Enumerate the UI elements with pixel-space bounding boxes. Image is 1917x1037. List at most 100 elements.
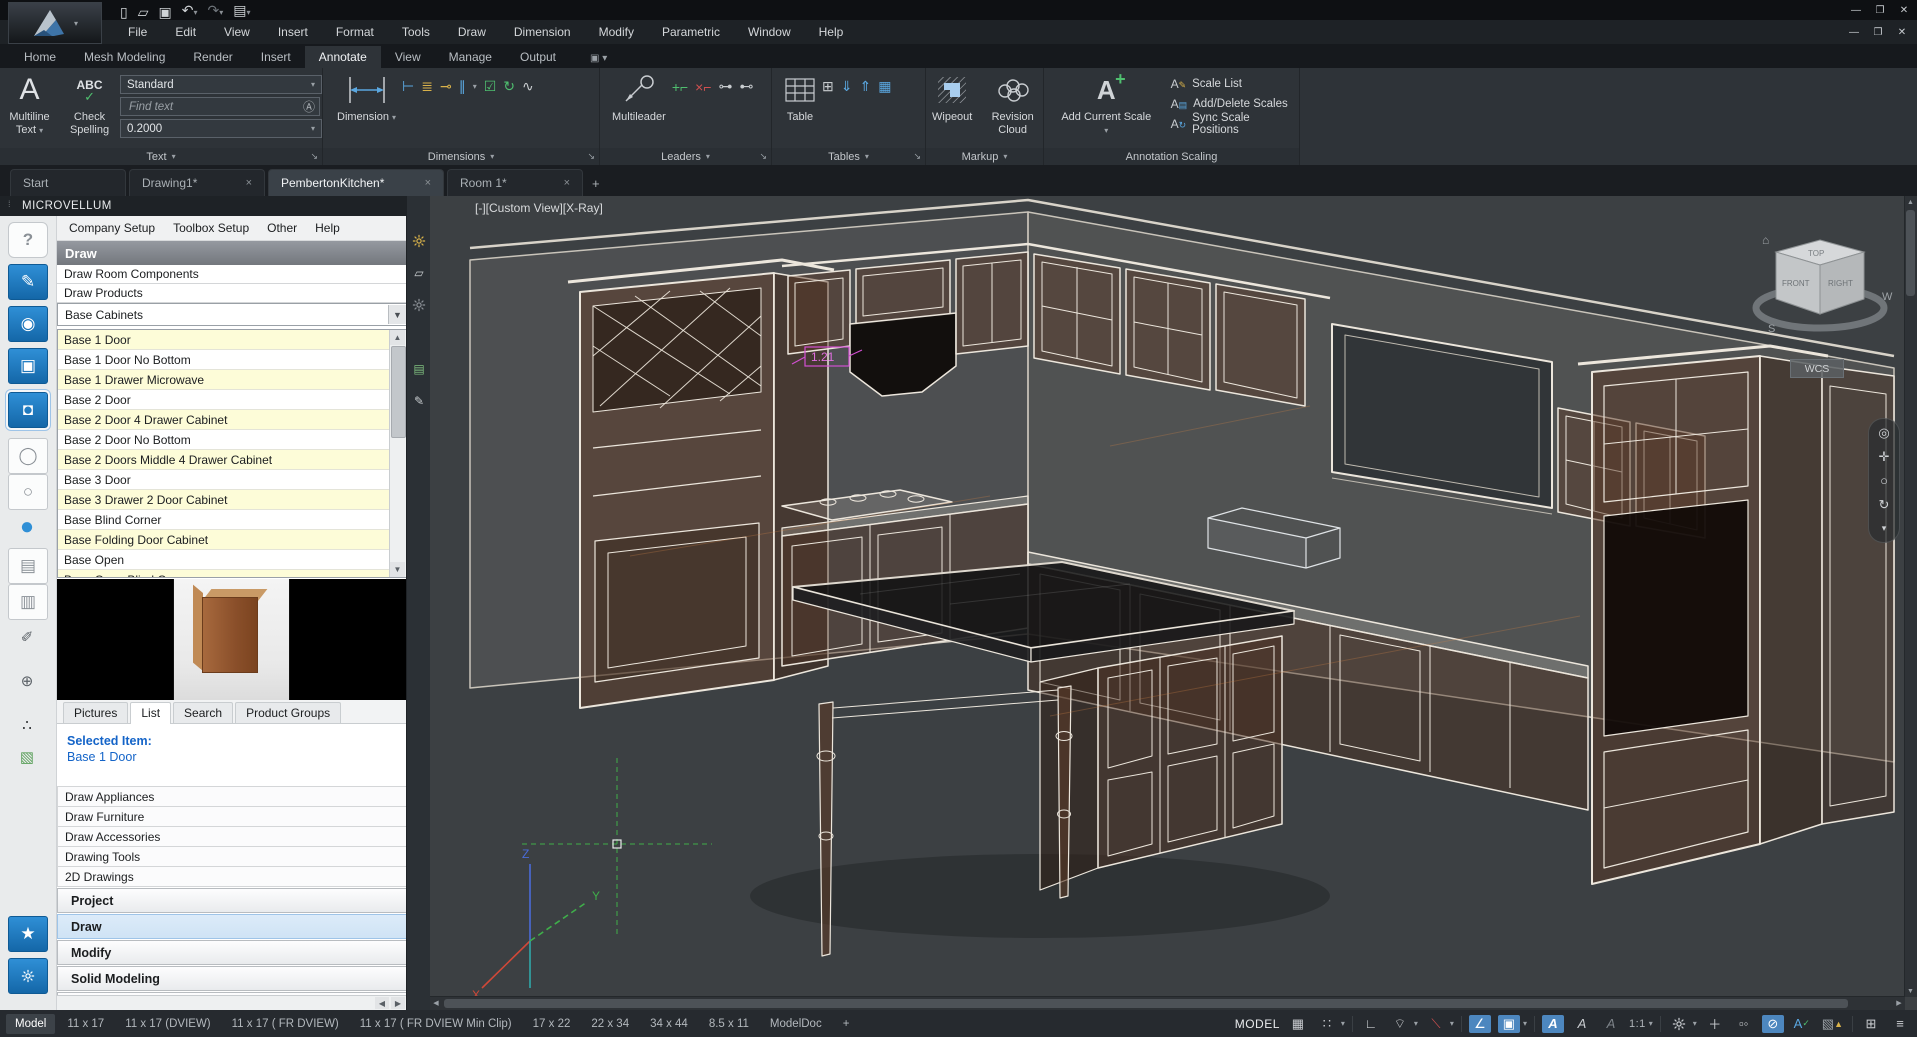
minimize-button[interactable]: — [1845,2,1867,18]
scroll-down-icon[interactable]: ▼ [390,562,405,577]
menu-draw[interactable]: Draw [458,25,486,39]
redo-icon[interactable]: ↷▾ [207,1,223,22]
reports-icon[interactable]: ▥ [8,584,48,620]
dropdown-caret-icon[interactable]: ▼ [388,305,406,324]
print-icon[interactable]: ▤▾ [233,1,250,22]
scroll-up-icon[interactable]: ▲ [1905,196,1916,208]
customization-menu-icon[interactable]: ≡ [1889,1015,1911,1033]
dim-ordinate-icon[interactable]: ≣ [421,78,433,95]
layout-tab[interactable]: 34 x 44 [641,1014,697,1034]
list-item[interactable]: Base Open [58,550,390,570]
ribbon-tab-manage[interactable]: Manage [435,46,506,68]
layout-tab[interactable]: 11 x 17 ( FR DVIEW Min Clip) [351,1014,521,1034]
zoom-icon[interactable]: ○ [1880,473,1888,488]
layout-tab-modeldoc[interactable]: ModelDoc [761,1014,831,1034]
close-tab-icon[interactable]: × [246,177,252,189]
menu-tools[interactable]: Tools [402,25,430,39]
viewport-horizontal-scrollbar[interactable]: ◀ ▶ [430,996,1905,1010]
tables-panel-launcher-icon[interactable]: ↘ [913,151,921,162]
annotation-visibility-icon[interactable]: A [1542,1015,1564,1033]
ribbon-tab-output[interactable]: Output [506,46,570,68]
link-data-icon[interactable]: ▦ [878,78,891,95]
image-editor-icon[interactable]: ▧ [8,740,46,774]
scale-caret-icon[interactable]: ▾ [1649,1019,1653,1028]
palette-horizontal-scrollbar[interactable]: ◀ ▶ [57,995,407,1010]
menu-help[interactable]: Help [819,25,844,39]
scroll-right-icon[interactable]: ▶ [391,997,405,1009]
kitchen-3d-wireframe[interactable]: 1.21 Z Y X S W [430,196,1905,997]
undo-icon[interactable]: ↶▾ [182,1,198,22]
layout-tab[interactable]: 17 x 22 [524,1014,580,1034]
list-item[interactable]: Base 3 Drawer 2 Door Cabinet [58,490,390,510]
ortho-icon[interactable]: ∟ [1360,1015,1382,1033]
annotation-scale-value[interactable]: 1:1 [1629,1018,1646,1030]
draw-furniture-row[interactable]: Draw Furniture [57,806,407,826]
layout-tab[interactable]: 11 x 17 ( FR DVIEW) [223,1014,348,1034]
layout-tab[interactable]: 8.5 x 11 [700,1014,758,1034]
text-style-select[interactable]: Standard▾ [120,75,322,94]
download-data-icon[interactable]: ⇓ [841,78,853,95]
menu-file[interactable]: File [128,25,147,39]
dimensions-panel-launcher-icon[interactable]: ↘ [587,151,595,162]
restore-button[interactable]: ❐ [1869,2,1891,18]
wcs-button[interactable]: WCS [1790,359,1844,378]
grid-icon[interactable]: ▦ [1287,1015,1309,1033]
extract-data-icon[interactable]: ⊞ [822,78,834,95]
file-tab-start[interactable]: Start [10,169,126,196]
tab-list[interactable]: List [130,702,171,724]
menu-dimension[interactable]: Dimension [514,25,571,39]
dim-linear-icon[interactable]: ⊢ [402,78,414,95]
add-delete-scales-button[interactable]: A▤Add/Delete Scales [1171,94,1299,113]
tab-pictures[interactable]: Pictures [63,702,128,723]
ribbon-tab-render[interactable]: Render [179,46,246,68]
sync-scale-positions-button[interactable]: A↻Sync Scale Positions [1171,114,1299,133]
tables-panel-footer[interactable]: Tables▾↘ [772,148,925,165]
layout-tab[interactable]: 22 x 34 [582,1014,638,1034]
object-snap-tracking-icon[interactable]: ∠ [1469,1015,1491,1033]
layout-tab[interactable]: 11 x 17 (DVIEW) [116,1014,219,1034]
2d-drawings-row[interactable]: 2D Drawings [57,866,407,887]
list-item[interactable]: Base 2 Door [58,390,390,410]
navbar-more-icon[interactable]: ▾ [1882,521,1887,536]
scroll-down-icon[interactable]: ▼ [1905,985,1916,997]
new-drawing-tab-button[interactable]: + [592,176,600,196]
workspace-gear-icon[interactable] [1668,1015,1690,1033]
revision-cloud-button[interactable]: Revision Cloud [982,68,1043,137]
list-item[interactable]: Base 2 Door No Bottom [58,430,390,450]
list-item[interactable]: Base Blind Corner [58,510,390,530]
polar-tracking-icon[interactable]: ⌔ [1389,1015,1411,1033]
preview-thumbnail-selected[interactable] [174,579,291,700]
close-tab-icon[interactable]: × [425,177,431,189]
section-solid-modeling[interactable]: Solid Modeling [57,966,407,991]
draw-accessories-row[interactable]: Draw Accessories [57,826,407,846]
list-scrollbar[interactable]: ▲ ▼ [389,330,406,577]
cube-icon[interactable]: ▣ [8,348,48,384]
dim-update-icon[interactable]: ☑ [484,78,497,95]
settings-gear-small-icon[interactable] [410,296,428,314]
file-tab-drawing1[interactable]: Drawing1*× [129,169,265,196]
add-leader-icon[interactable]: +⌐ [672,79,688,95]
marker-icon[interactable]: ✐ [8,620,46,654]
leaders-panel-launcher-icon[interactable]: ↘ [759,151,767,162]
preview-thumbnail-right[interactable] [290,579,407,700]
doc-restore-button[interactable]: ❐ [1867,24,1889,40]
annotation-scale-icon[interactable]: A [1600,1015,1622,1033]
list-item[interactable]: Base 1 Door No Bottom [58,350,390,370]
dim-sync-icon[interactable]: ↻ [503,78,515,95]
scroll-right-icon[interactable]: ▶ [1893,997,1905,1009]
doc-minimize-button[interactable]: — [1843,24,1865,40]
multiline-text-button[interactable]: A Multiline Text ▾ [0,68,59,137]
isodraft-icon[interactable]: ⟍ [1425,1015,1447,1033]
hardware-acceleration-icon[interactable]: ⊘ [1762,1015,1784,1033]
graphics-performance-icon[interactable]: A✓ [1791,1015,1813,1033]
find-text-input[interactable] [127,100,303,114]
spiral-icon[interactable]: ◉ [8,306,48,342]
wipeout-button[interactable]: Wipeout [926,68,978,124]
text-panel-footer[interactable]: Text▾↘ [0,148,322,165]
polar-caret-icon[interactable]: ▾ [1414,1019,1418,1028]
menu-modify[interactable]: Modify [599,25,634,39]
ribbon-tab-view[interactable]: View [381,46,435,68]
layout-tab[interactable]: 11 x 17 [58,1014,113,1034]
sheet-icon[interactable]: ▱ [410,264,428,282]
menu-format[interactable]: Format [336,25,374,39]
